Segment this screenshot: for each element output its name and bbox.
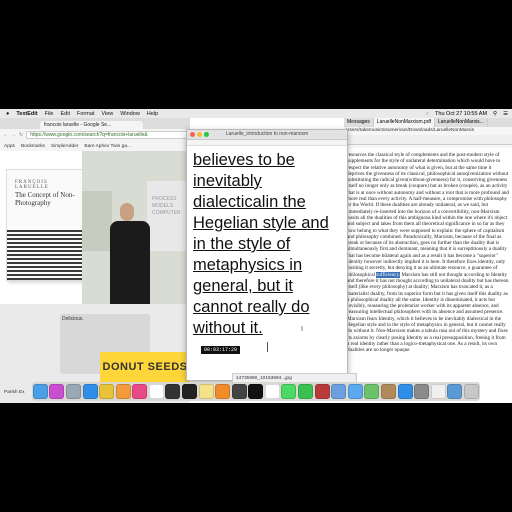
terminal-icon[interactable]: [248, 384, 264, 399]
apple-menu-icon[interactable]: ●: [6, 111, 9, 117]
notification-center-icon[interactable]: ☰: [503, 111, 508, 117]
wifi-icon[interactable]: ◌: [426, 111, 429, 117]
menu-edit[interactable]: Edit: [61, 111, 70, 117]
dock: [32, 382, 480, 401]
file-path[interactable]: Users/takemusictosomerious/Downloads/Lar…: [344, 127, 512, 135]
bookmark-apps[interactable]: Apps: [4, 144, 15, 149]
siri-icon[interactable]: [49, 384, 65, 399]
desktop-screen: ● TextEdit File Edit Format View Window …: [0, 109, 512, 403]
prefs-icon[interactable]: [414, 384, 430, 399]
close-icon[interactable]: [190, 132, 195, 137]
book-title: The Concept of Non-Photography: [15, 191, 75, 207]
browser-tab-bar: francois laruelle - Google Se...: [0, 118, 190, 129]
photo-slide: [82, 191, 112, 251]
bookmark-aphex[interactable]: Bare Aphex Twin ga...: [84, 144, 131, 149]
photobooth-icon[interactable]: [314, 384, 330, 399]
preview-toolbar: [344, 135, 512, 145]
pdf-text-before: resources the classical style of complem…: [347, 152, 509, 278]
pdf-highlighted-word[interactable]: sufficiency.: [376, 271, 401, 278]
parish-label: Parish Ex: [4, 390, 25, 395]
photo-person-head: [120, 203, 134, 221]
menu-status-area: ◌ Thu Oct 27 10:55 AM ⚲ ☰: [420, 109, 508, 118]
book-cover-stripes: [7, 230, 82, 280]
video-timestamp: 00:03:17:29: [201, 346, 241, 354]
search-icon[interactable]: ⚲: [493, 111, 497, 117]
textedit-window-title: Laruelle_introduction to non-marxism: [225, 131, 309, 137]
preview-tab-bar: Messages LaruelleNonMarxism.pdf Laruelle…: [344, 118, 512, 127]
menu-file[interactable]: File: [45, 111, 54, 117]
menu-view[interactable]: View: [101, 111, 113, 117]
browser-toolbar: ← → ↻ https://www.google.com/search?q=fr…: [0, 129, 190, 141]
book-author: FRANÇOIS LARUELLE: [15, 180, 49, 190]
finder-icon[interactable]: [32, 384, 48, 399]
textedit-icon[interactable]: [430, 384, 446, 399]
contacts-icon[interactable]: [380, 384, 396, 399]
menu-help[interactable]: Help: [147, 111, 158, 117]
appstore-icon[interactable]: [397, 384, 413, 399]
maps-icon[interactable]: [364, 384, 380, 399]
calendar-icon[interactable]: [148, 384, 164, 399]
live-icon[interactable]: [231, 384, 247, 399]
menu-clock[interactable]: Thu Oct 27 10:55 AM: [435, 111, 487, 117]
tab-messages[interactable]: Messages: [344, 118, 374, 127]
minimize-icon[interactable]: [197, 132, 202, 137]
lecture-photo[interactable]: PROCESS MODELS COMPUTER: [82, 151, 190, 304]
seven-icon[interactable]: [181, 384, 197, 399]
menu-app-name[interactable]: TextEdit: [16, 111, 37, 117]
pdf-document-text[interactable]: resources the classical style of complem…: [344, 148, 512, 403]
reminders-icon[interactable]: [264, 384, 280, 399]
browser-tab[interactable]: francois laruelle - Google Se...: [40, 121, 143, 129]
pdf-text-after: Marxism has still not thought according …: [347, 271, 509, 354]
back-icon[interactable]: ←: [3, 132, 8, 138]
ibooks-icon[interactable]: [215, 384, 231, 399]
menu-window[interactable]: Window: [120, 111, 140, 117]
itunes-icon[interactable]: [132, 384, 148, 399]
launchpad-icon[interactable]: [65, 384, 81, 399]
textedit-window: Laruelle_introduction to non-marxism bel…: [186, 129, 348, 381]
browser-window: francois laruelle - Google Se... ← → ↻ h…: [0, 118, 190, 403]
reload-icon[interactable]: ↻: [19, 132, 23, 138]
textedit-document-text[interactable]: believes to be inevitably dialecticalin …: [187, 146, 347, 339]
bookmark-bookmarks[interactable]: Bookmarks: [21, 144, 45, 149]
chrome-icon[interactable]: [99, 384, 115, 399]
messages-icon[interactable]: [281, 384, 297, 399]
bookmark-simpleadder[interactable]: SimpleAdder: [51, 144, 78, 149]
textedit-titlebar: Laruelle_introduction to non-marxism: [187, 130, 347, 140]
photos-icon[interactable]: [115, 384, 131, 399]
ibeam-cursor-icon: I: [301, 326, 303, 333]
zoom-icon[interactable]: [204, 132, 209, 137]
folder-icon[interactable]: [447, 384, 463, 399]
facetime-icon[interactable]: [298, 384, 314, 399]
tab-laruelle-pdf-2[interactable]: LaruelleNonMarxis...: [435, 118, 488, 127]
menu-format[interactable]: Format: [77, 111, 94, 117]
trash-icon[interactable]: [463, 384, 479, 399]
forward-icon[interactable]: →: [11, 132, 16, 138]
notes-icon[interactable]: [198, 384, 214, 399]
five-icon[interactable]: [165, 384, 181, 399]
whiteboard-text: PROCESS MODELS COMPUTER: [152, 196, 181, 216]
book-cover-image[interactable]: FRANÇOIS LARUELLE The Concept of Non-Pho…: [6, 169, 83, 281]
photo-person-body: [110, 221, 150, 304]
mail-icon[interactable]: [347, 384, 363, 399]
preview-window: Messages LaruelleNonMarxism.pdf Laruelle…: [344, 118, 512, 403]
address-bar[interactable]: https://www.google.com/search?q=francois…: [26, 131, 188, 139]
popup-label: Delicious.: [62, 316, 84, 322]
preview-icon[interactable]: [331, 384, 347, 399]
window-controls: [190, 132, 211, 137]
tab-laruelle-pdf[interactable]: LaruelleNonMarxism.pdf: [373, 118, 435, 127]
safari-icon[interactable]: [82, 384, 98, 399]
text-caret: [267, 342, 268, 352]
donut-seeds-image[interactable]: DONUT SEEDS: [100, 352, 190, 382]
menu-bar: ● TextEdit File Edit Format View Window …: [0, 109, 512, 118]
browser-content: FRANÇOIS LARUELLE The Concept of Non-Pho…: [0, 151, 190, 304]
